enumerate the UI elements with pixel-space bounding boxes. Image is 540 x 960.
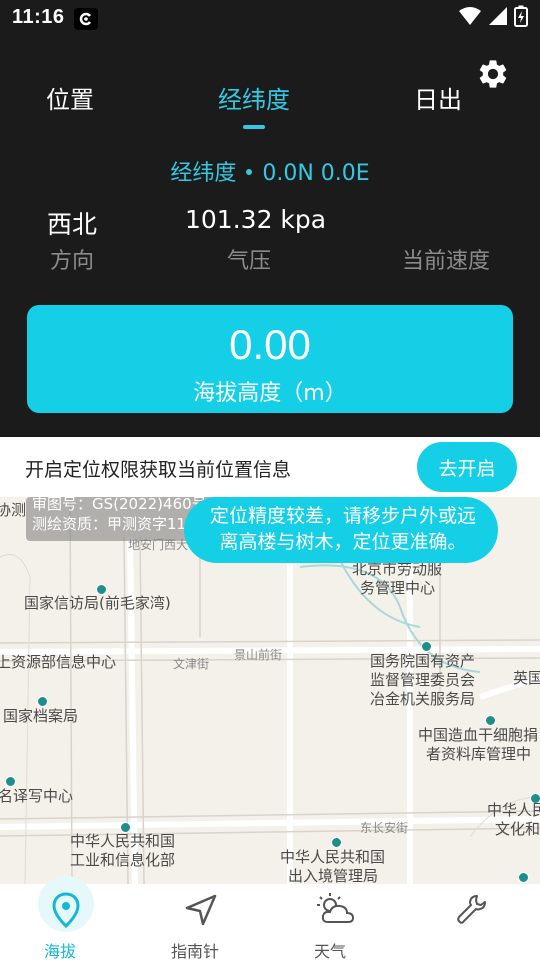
map-label: 国家档案局 bbox=[3, 707, 79, 725]
map-poi[interactable] bbox=[37, 696, 48, 707]
map-view[interactable]: 北京市劳动服 务管理中心 国家信访局(前毛家湾) 地安门西大 上资源部信息中心 文… bbox=[0, 497, 540, 884]
nav-tools[interactable] bbox=[405, 884, 525, 960]
map-label: 国务院国有资产 监督管理委员会 冶金机关服务局 bbox=[370, 652, 476, 708]
coordinates-value: 0.0N 0.0E bbox=[262, 161, 370, 186]
map-poi[interactable] bbox=[5, 776, 16, 787]
wrench-icon bbox=[449, 888, 493, 932]
signal-icon bbox=[488, 6, 508, 30]
coordinates-label: 经纬度 bbox=[170, 161, 237, 186]
nav-label: 指南针 bbox=[170, 942, 219, 960]
tab-location[interactable]: 位置 bbox=[10, 80, 130, 115]
enable-location-button[interactable]: 去开启 bbox=[417, 442, 517, 492]
battery-icon bbox=[514, 5, 528, 31]
app-notification-icon bbox=[74, 8, 98, 30]
nav-weather[interactable]: 天气 bbox=[270, 884, 390, 960]
permission-text: 开启定位权限获取当前位置信息 bbox=[25, 459, 292, 481]
map-label: 中华人民 文化和 bbox=[487, 801, 540, 838]
direction-label: 方向 bbox=[50, 249, 95, 274]
separator-dot bbox=[246, 169, 253, 175]
permission-banner: 开启定位权限获取当前位置信息 去开启 bbox=[0, 437, 540, 497]
map-label: 英国 bbox=[513, 669, 540, 687]
map-label: 北京市劳动服 务管理中心 bbox=[352, 560, 443, 597]
map-label: 中华人民共和国 出入境管理局 bbox=[280, 848, 386, 884]
road-label: 东长安街 bbox=[360, 821, 409, 835]
pressure-value: 101.32 kpa bbox=[185, 205, 327, 234]
map-poi[interactable] bbox=[331, 837, 342, 848]
copyright-line1: 审图号：GS(2022)460号 bbox=[32, 497, 207, 513]
map-poi[interactable] bbox=[421, 641, 432, 652]
top-tabs: 位置 经纬度 日出 bbox=[0, 80, 540, 130]
location-pin-icon bbox=[44, 888, 88, 932]
settings-gear-icon[interactable] bbox=[476, 57, 510, 91]
nav-label: 海拔 bbox=[43, 942, 76, 960]
map-poi[interactable] bbox=[485, 715, 496, 726]
map-poi[interactable] bbox=[518, 872, 529, 883]
map-label: 中华人民共和国 工业和信息化部 bbox=[70, 832, 176, 869]
status-bar: 11:16 bbox=[0, 0, 540, 36]
direction-value: 西北 bbox=[47, 210, 98, 239]
location-accuracy-toast: 定位精度较差，请移步户外或远离高楼与树木，定位更准确。 bbox=[184, 497, 498, 563]
altitude-value: 0.00 bbox=[229, 321, 311, 368]
road-label: 文津街 bbox=[173, 657, 210, 671]
app-screen: 11:16 位置 经纬度 日出 经纬度0.0N 0.0E 西北 方向 101. bbox=[0, 0, 540, 960]
tab-latlng[interactable]: 经纬度 bbox=[194, 80, 314, 115]
nav-compass[interactable]: 指南针 bbox=[135, 884, 255, 960]
map-label: 国家信访局(前毛家湾) bbox=[24, 594, 171, 612]
altitude-card[interactable]: 0.00 海拔高度（m） bbox=[27, 305, 513, 413]
road-label: 景山前街 bbox=[234, 648, 283, 662]
altitude-label: 海拔高度（m） bbox=[193, 381, 347, 406]
map-label: 上资源部信息中心 bbox=[0, 653, 117, 671]
nav-label: 天气 bbox=[313, 942, 346, 960]
map-label: 协测 bbox=[0, 501, 27, 519]
pressure-label: 气压 bbox=[227, 249, 272, 274]
wifi-icon bbox=[458, 6, 482, 30]
nav-altitude[interactable]: 海拔 bbox=[0, 876, 120, 960]
speed-label: 当前速度 bbox=[402, 249, 491, 274]
navigation-arrow-icon bbox=[179, 888, 223, 932]
map-label: 中国造血干细胞捐 者资料库管理中 bbox=[418, 726, 539, 763]
map-label: 名译写中心 bbox=[0, 787, 74, 805]
status-time: 11:16 bbox=[12, 6, 65, 28]
bottom-nav: 海拔 指南针 天气 bbox=[0, 876, 540, 960]
coordinates-row: 经纬度 0.0N 0.0E bbox=[0, 155, 540, 187]
weather-cloud-sun-icon bbox=[314, 888, 358, 932]
tab-indicator bbox=[243, 125, 265, 129]
